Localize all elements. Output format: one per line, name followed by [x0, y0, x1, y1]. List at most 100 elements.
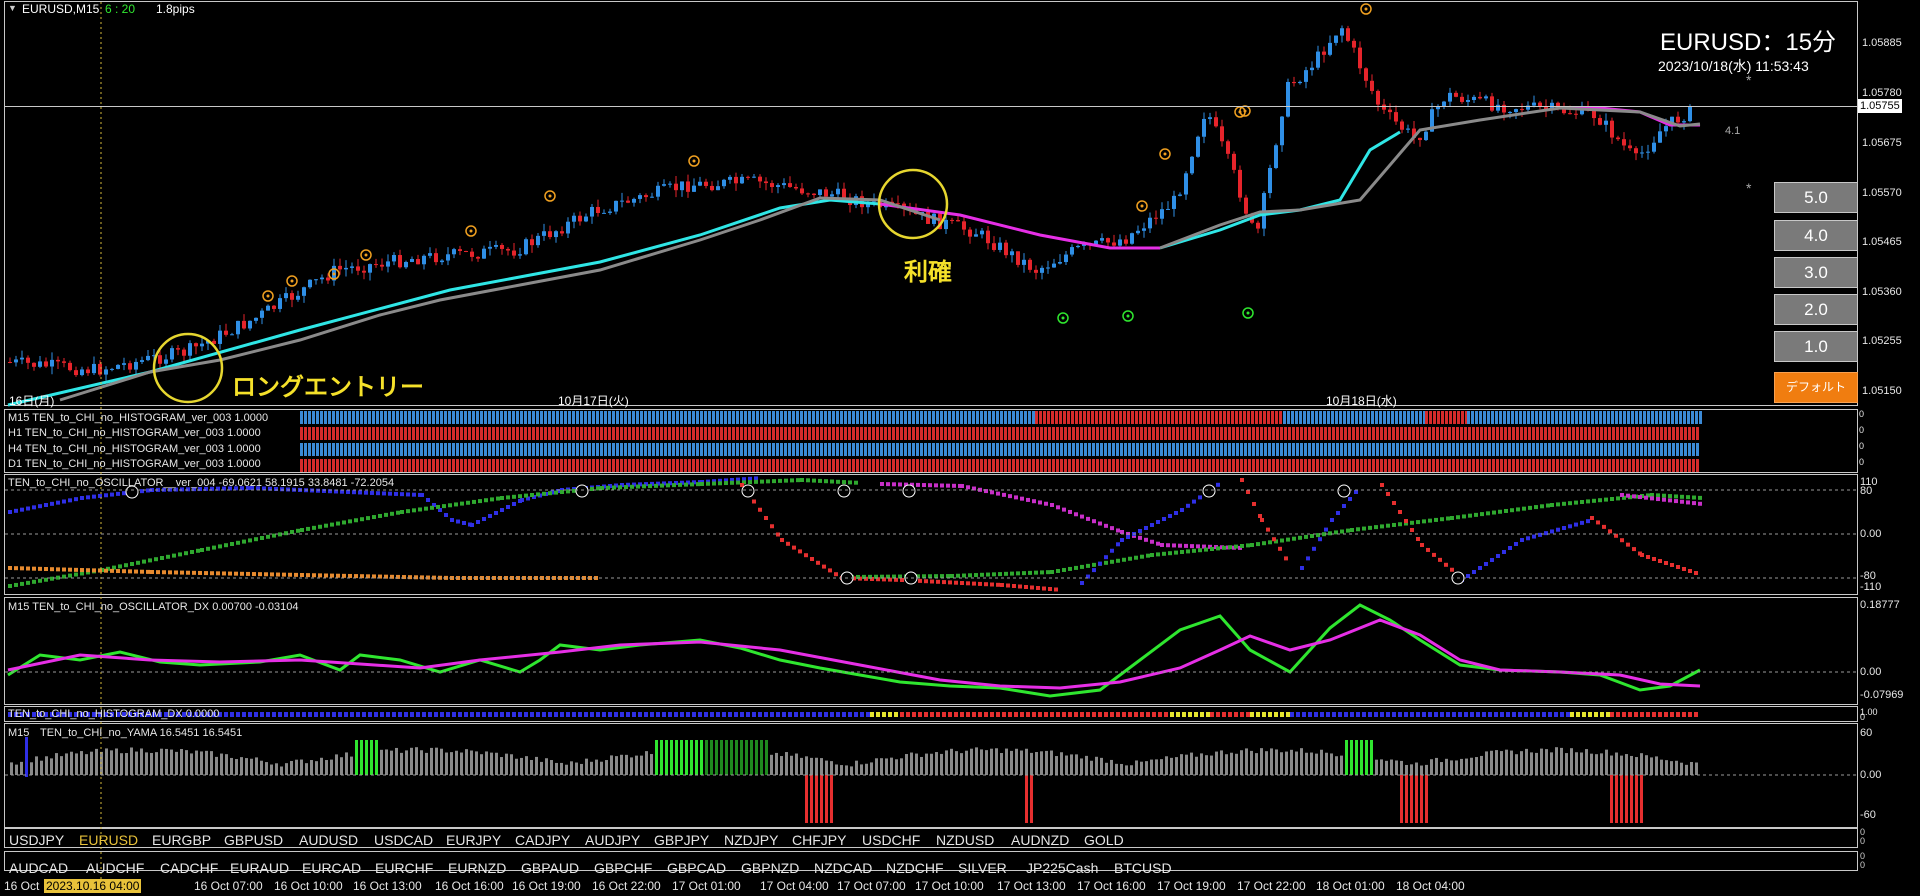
yama-bar	[1215, 751, 1218, 775]
symbol-tab-euraud[interactable]: EURAUD	[230, 860, 289, 876]
histogram-bar	[1380, 443, 1383, 456]
osc-dot	[786, 541, 790, 546]
candle-body	[260, 310, 264, 318]
symbol-tab-nzdcad[interactable]: NZDCAD	[814, 860, 872, 876]
lot-4-button[interactable]: 4.0	[1774, 220, 1858, 251]
symbol-tab-cadjpy[interactable]: CADJPY	[515, 832, 570, 848]
symbol-tab-audjpy[interactable]: AUDJPY	[585, 832, 640, 848]
histogram-bar	[316, 459, 319, 472]
symbol-tab-nzdusd[interactable]: NZDUSD	[936, 832, 994, 848]
lot-5-button[interactable]: 5.0	[1774, 182, 1858, 213]
candle-body	[674, 183, 678, 191]
symbol-tab-audnzd[interactable]: AUDNZD	[1011, 832, 1069, 848]
histogram-bar	[1272, 443, 1275, 456]
osc-dot	[178, 552, 182, 557]
symbol-tab-eurchf[interactable]: EURCHF	[375, 860, 433, 876]
histogram-bar	[824, 443, 827, 456]
price-tick: 1.05465	[1862, 236, 1902, 248]
histogram-bar	[1080, 459, 1083, 472]
histogram-bar	[684, 427, 687, 440]
histogram-bar	[1407, 411, 1410, 424]
lot-2-button[interactable]: 2.0	[1774, 294, 1858, 325]
histogram-bar	[1416, 459, 1419, 472]
osc-dot	[1368, 525, 1372, 530]
symbol-tab-silver[interactable]: SILVER	[958, 860, 1007, 876]
symbol-tab-gbpaud[interactable]: GBPAUD	[521, 860, 579, 876]
symbol-tab-btcusd[interactable]: BTCUSD	[1114, 860, 1172, 876]
symbol-tab-eurusd[interactable]: EURUSD	[79, 832, 138, 848]
histogram-bar	[1283, 411, 1286, 424]
histogram-bar	[388, 459, 391, 472]
lot-3-button[interactable]: 3.0	[1774, 257, 1858, 288]
yama-bar	[1115, 763, 1118, 775]
hist-dx-bar	[416, 712, 420, 717]
osc-dot	[1172, 543, 1176, 548]
candle-body	[1220, 126, 1224, 142]
osc-dot	[146, 569, 150, 574]
hist-dx-bar	[1452, 712, 1456, 717]
lot-1-button[interactable]: 1.0	[1774, 331, 1858, 362]
yama-bar	[1580, 752, 1583, 775]
yama-bar	[1075, 754, 1078, 775]
histogram-bar	[684, 459, 687, 472]
symbol-tab-gbpnzd[interactable]: GBPNZD	[741, 860, 799, 876]
histogram-bar	[756, 443, 759, 456]
symbol-tab-audcad[interactable]: AUDCAD	[9, 860, 68, 876]
yama-bar	[1340, 755, 1343, 775]
candle-body	[290, 293, 294, 300]
symbol-tab-eurcad[interactable]: EURCAD	[302, 860, 361, 876]
mtf-histogram-bars	[300, 411, 1702, 472]
histogram-bar	[1656, 459, 1659, 472]
histogram-bar	[388, 443, 391, 456]
histogram-bar	[824, 459, 827, 472]
histogram-bar	[688, 443, 691, 456]
symbol-tab-usdjpy[interactable]: USDJPY	[9, 832, 64, 848]
histogram-bar	[984, 411, 987, 424]
symbol-tab-audchf[interactable]: AUDCHF	[86, 860, 144, 876]
candle-body	[8, 362, 12, 363]
histogram-bar	[1404, 459, 1407, 472]
histogram-bar	[456, 459, 459, 472]
symbol-tab-gbpcad[interactable]: GBPCAD	[667, 860, 726, 876]
candle-body	[734, 176, 738, 184]
chart-canvas[interactable]	[0, 0, 1920, 896]
yama-bar	[1560, 747, 1563, 775]
histogram-bar	[556, 443, 559, 456]
histogram-bar	[1639, 411, 1642, 424]
symbol-tab-usdcad[interactable]: USDCAD	[374, 832, 433, 848]
candle-body	[680, 181, 684, 191]
symbol-tab-nzdjpy[interactable]: NZDJPY	[724, 832, 778, 848]
histogram-bar	[968, 427, 971, 440]
symbol-tab-audusd[interactable]: AUDUSD	[299, 832, 358, 848]
symbol-tab-gbpusd[interactable]: GBPUSD	[224, 832, 283, 848]
symbol-tab-gold[interactable]: GOLD	[1084, 832, 1124, 848]
osc-dot	[1310, 534, 1314, 538]
symbol-tab-gbpchf[interactable]: GBPCHF	[594, 860, 652, 876]
symbol-tab-eurjpy[interactable]: EURJPY	[446, 832, 501, 848]
histogram-bar	[1504, 427, 1507, 440]
default-button[interactable]: デフォルト	[1774, 372, 1858, 403]
symbol-tab-nzdchf[interactable]: NZDCHF	[886, 860, 944, 876]
histogram-bar	[1480, 459, 1483, 472]
yama-bar	[40, 760, 43, 775]
symbol-tab-eurnzd[interactable]: EURNZD	[448, 860, 506, 876]
histogram-bar	[772, 459, 775, 472]
marker-dot	[1126, 314, 1130, 318]
histogram-bar	[1120, 427, 1123, 440]
osc-dot	[156, 570, 160, 575]
symbol-tab-usdchf[interactable]: USDCHF	[862, 832, 920, 848]
symbol-tab-eurgbp[interactable]: EURGBP	[152, 832, 211, 848]
dropdown-arrow-icon[interactable]: ▼	[8, 3, 17, 13]
symbol-tab-chfjpy[interactable]: CHFJPY	[792, 832, 846, 848]
histogram-bar	[1220, 443, 1223, 456]
yama-bar	[1185, 754, 1188, 775]
histogram-bar	[1429, 411, 1432, 424]
symbol-tab-cadchf[interactable]: CADCHF	[160, 860, 218, 876]
histogram-bar	[1620, 459, 1623, 472]
symbol-tab-gbpjpy[interactable]: GBPJPY	[654, 832, 709, 848]
symbol-tab-jp225cash[interactable]: JP225Cash	[1026, 860, 1098, 876]
histogram-bar	[832, 427, 835, 440]
histogram-bar	[1635, 411, 1638, 424]
osc-dot	[1180, 550, 1184, 554]
histogram-bar	[660, 459, 663, 472]
